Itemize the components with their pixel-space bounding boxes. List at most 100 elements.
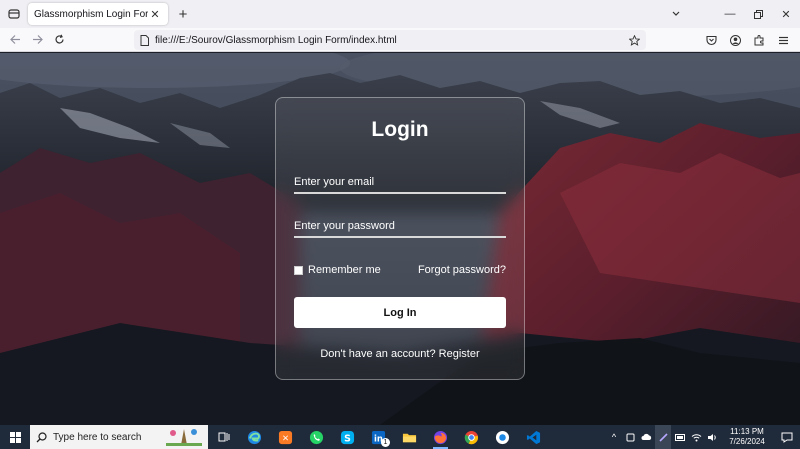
email-input[interactable] (294, 172, 506, 192)
app-bubble-icon (495, 430, 510, 444)
battery-button[interactable] (673, 425, 687, 449)
cloud-icon (641, 433, 651, 440)
wifi-icon (691, 433, 701, 441)
forgot-password-link[interactable]: Forgot password? (418, 264, 506, 276)
page-icon (140, 34, 149, 46)
task-view-button[interactable] (208, 425, 239, 449)
url-text: file:///E:/Sourov/Glassmorphism Login Fo… (155, 34, 397, 46)
taskbar-skype[interactable]: S (332, 425, 363, 449)
star-icon[interactable] (629, 34, 640, 46)
remember-me-label: Remember me (308, 264, 381, 276)
page-viewport: Login Remember me Forgot password? Log I… (0, 53, 800, 425)
restore-icon (753, 9, 763, 19)
tray-overflow-button[interactable]: ^ (607, 425, 621, 449)
onedrive-button[interactable] (639, 425, 653, 449)
taskbar-search[interactable]: Type here to search (30, 425, 208, 449)
start-button[interactable] (0, 425, 30, 449)
taskbar-firefox[interactable] (425, 425, 456, 449)
tab-list-icon (8, 9, 20, 19)
new-tab-button[interactable]: + (173, 4, 193, 24)
taskbar-whatsapp[interactable] (301, 425, 332, 449)
taskbar-file-explorer[interactable] (394, 425, 425, 449)
browser-nav-bar: file:///E:/Sourov/Glassmorphism Login Fo… (0, 28, 800, 52)
forward-button[interactable] (26, 29, 48, 51)
taskbar-xampp[interactable]: ✕ (270, 425, 301, 449)
skype-icon: S (340, 430, 355, 444)
clock-time: 11:13 PM (730, 427, 764, 436)
window-controls: — ✕ (716, 0, 800, 28)
speaker-icon (707, 433, 716, 441)
arrow-right-icon (32, 35, 43, 44)
edge-icon (247, 430, 262, 444)
restore-button[interactable] (744, 0, 772, 28)
svg-text:✕: ✕ (282, 432, 289, 442)
toolbar-right (700, 29, 794, 51)
taskbar-clock[interactable]: 11:13 PM 7/26/2024 (720, 427, 774, 447)
notification-icon (781, 432, 793, 443)
plus-icon: + (178, 5, 188, 23)
chrome-icon (464, 430, 479, 444)
firefox-icon (433, 430, 448, 444)
tray-app-button[interactable] (623, 425, 637, 449)
search-highlight-illustration-icon (164, 427, 204, 447)
whatsapp-icon (309, 430, 324, 444)
minimize-button[interactable]: — (716, 0, 744, 28)
puzzle-icon (754, 34, 763, 45)
notifications-button[interactable] (774, 425, 800, 449)
browser-tab[interactable]: Glassmorphism Login Form ✕ (28, 3, 168, 25)
battery-icon (674, 433, 685, 441)
taskbar-vscode[interactable] (518, 425, 549, 449)
pen-icon (658, 432, 668, 442)
windows-logo-icon (9, 431, 21, 443)
chevron-up-icon: ^ (611, 432, 617, 442)
extensions-button[interactable] (748, 29, 770, 51)
xampp-icon: ✕ (278, 430, 293, 444)
register-prompt: Don't have an account? Register (276, 348, 524, 360)
remember-me[interactable]: Remember me (294, 264, 381, 276)
search-icon (36, 431, 47, 442)
clock-date: 7/26/2024 (729, 437, 765, 446)
login-title: Login (371, 118, 429, 141)
reload-button[interactable] (48, 29, 70, 51)
remember-me-checkbox[interactable] (294, 265, 303, 275)
taskbar-app[interactable] (487, 425, 518, 449)
password-input[interactable] (294, 216, 506, 236)
menu-button[interactable] (772, 29, 794, 51)
task-view-icon (218, 432, 229, 442)
browser-tab-bar: Glassmorphism Login Form ✕ + — ✕ (0, 0, 800, 28)
volume-button[interactable] (705, 425, 719, 449)
close-window-button[interactable]: ✕ (772, 0, 800, 28)
hamburger-icon (778, 36, 788, 44)
login-options-row: Remember me Forgot password? (294, 262, 506, 278)
tab-close-icon[interactable]: ✕ (148, 7, 162, 21)
pen-button[interactable] (655, 425, 671, 449)
email-field-wrapper (294, 172, 506, 194)
pocket-icon (705, 35, 717, 45)
url-bar[interactable]: file:///E:/Sourov/Glassmorphism Login Fo… (134, 30, 646, 50)
back-button[interactable] (4, 29, 26, 51)
login-button[interactable]: Log In (294, 297, 506, 328)
tab-title: Glassmorphism Login Form (34, 8, 148, 20)
taskbar: Type here to search ✕ S in 1 ^ 11:13 PM … (0, 425, 800, 449)
taskbar-linkedin[interactable]: in 1 (363, 425, 394, 449)
register-link[interactable]: Register (439, 348, 480, 360)
folder-icon (402, 433, 417, 442)
account-icon (729, 34, 741, 46)
password-field-wrapper (294, 216, 506, 238)
taskbar-edge[interactable] (239, 425, 270, 449)
login-card: Login Remember me Forgot password? Log I… (275, 97, 525, 380)
taskbar-chrome[interactable] (456, 425, 487, 449)
tray-app-icon (626, 433, 634, 441)
tab-overflow-button[interactable] (668, 6, 684, 22)
vscode-icon (526, 430, 541, 444)
account-button[interactable] (724, 29, 746, 51)
register-prompt-text: Don't have an account? (320, 348, 436, 360)
pocket-button[interactable] (700, 29, 722, 51)
search-placeholder: Type here to search (53, 431, 142, 443)
wifi-button[interactable] (689, 425, 703, 449)
close-icon: ✕ (781, 8, 791, 21)
system-tray: ^ 11:13 PM 7/26/2024 (606, 425, 800, 449)
minimize-icon: — (724, 8, 736, 20)
tab-list-button[interactable] (2, 2, 26, 26)
linkedin-badge: 1 (381, 438, 390, 447)
